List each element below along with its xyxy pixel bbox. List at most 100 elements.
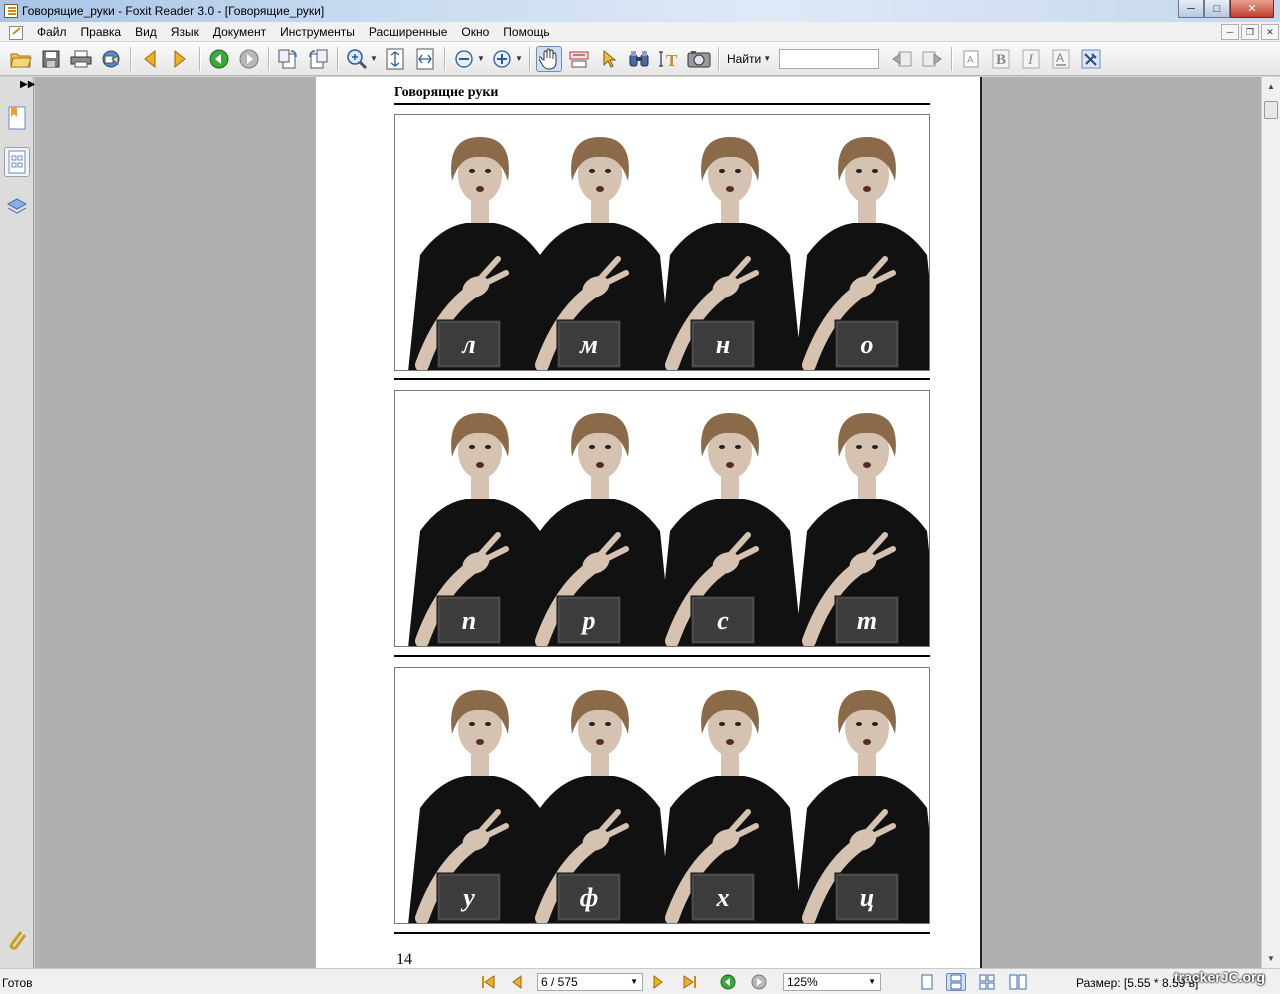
continuous-view-icon[interactable] [946,973,966,991]
doc-restore-button[interactable]: ❐ [1241,24,1259,40]
letter-label: о [861,330,874,359]
print-icon[interactable] [68,46,94,72]
chevron-down-icon[interactable]: ▼ [868,977,876,986]
zoom-in-icon[interactable] [344,46,370,72]
figure-eye [856,722,862,726]
page-thumbnails-icon[interactable] [4,147,30,177]
menu-language[interactable]: Язык [164,25,206,39]
snapshot-icon[interactable] [686,46,712,72]
menu-document[interactable]: Документ [206,25,273,39]
document-menu-icon[interactable] [8,25,24,40]
scroll-up-icon[interactable]: ▲ [1264,79,1278,93]
email-icon[interactable] [98,46,124,72]
rotate-right-icon[interactable] [305,46,331,72]
bookmarks-icon[interactable] [4,103,30,133]
letter-label: ц [860,883,874,912]
italic-icon[interactable]: I [1018,46,1044,72]
toolbar-separator [951,46,953,71]
page-number-value: 6 / 575 [541,975,578,989]
last-page-icon[interactable] [680,973,700,991]
document-view[interactable]: Говорящие руки л м н о п р с т у ф х ц 14 [35,77,1261,968]
settings-icon[interactable] [1078,46,1104,72]
bold-icon[interactable]: B [988,46,1014,72]
figure-eye [589,445,595,449]
figure-eye [872,169,878,173]
collapse-panel-icon[interactable]: ▶▶ [20,79,35,90]
first-page-icon[interactable] [478,973,498,991]
menu-tools[interactable]: Инструменты [273,25,362,39]
doc-close-button[interactable]: ✕ [1261,24,1279,40]
zoom-out-icon[interactable] [451,46,477,72]
select-arrow-icon[interactable] [596,46,622,72]
minimize-button[interactable]: ─ [1178,0,1204,18]
facing-view-icon[interactable] [977,973,997,991]
scroll-down-icon[interactable]: ▼ [1264,951,1278,965]
vertical-scrollbar[interactable]: ▲ ▼ [1261,77,1280,968]
letter-label: у [460,883,475,912]
next-page-icon[interactable] [167,46,193,72]
go-back-icon[interactable] [206,46,232,72]
page-number-input[interactable]: 6 / 575 ▼ [537,973,643,991]
attachments-icon[interactable] [4,925,30,955]
text-box-icon[interactable]: A [958,46,984,72]
menu-edit[interactable]: Правка [74,25,129,39]
toolbar-separator [718,46,719,71]
svg-text:A: A [1056,51,1064,65]
underline-icon[interactable]: A [1048,46,1074,72]
toolbar-separator [529,46,530,71]
figure-neck [721,201,739,223]
go-forward-icon[interactable] [236,46,262,72]
previous-page-icon[interactable] [137,46,163,72]
header-rule [394,103,930,105]
menu-help[interactable]: Помощь [496,25,556,39]
find-binoculars-icon[interactable] [626,46,652,72]
status-bar: Готов 6 / 575 ▼ 125% ▼ Размер: [5.55 * 8… [0,968,1280,994]
find-input[interactable] [779,48,880,69]
open-folder-icon[interactable] [8,46,34,72]
chevron-down-icon[interactable]: ▼ [370,54,378,63]
fit-page-icon[interactable] [382,46,408,72]
close-button[interactable]: ✕ [1230,0,1274,18]
chevron-down-icon[interactable]: ▼ [763,54,771,63]
figure-neck [721,754,739,776]
letter-label: ф [580,883,599,912]
figure-mouth [596,462,604,468]
previous-page-status-icon[interactable] [507,973,527,991]
figure-mouth [863,462,871,468]
chevron-down-icon[interactable]: ▼ [477,54,485,63]
menu-file[interactable]: Файл [30,25,74,39]
typewriter-icon[interactable]: T [656,46,682,72]
continuous-facing-view-icon[interactable] [1008,973,1028,991]
rotate-left-icon[interactable] [275,46,301,72]
figures-row-3: у ф х ц [408,690,929,923]
next-page-status-icon[interactable] [648,973,668,991]
menu-advanced[interactable]: Расширенные [362,25,455,39]
chevron-down-icon[interactable]: ▼ [515,54,523,63]
svg-text:A: A [967,55,974,66]
go-back-status-icon[interactable] [718,973,738,991]
go-forward-status-icon[interactable] [749,973,769,991]
letter-label: м [579,330,598,359]
fit-width-icon[interactable] [412,46,438,72]
single-page-view-icon[interactable] [917,973,937,991]
scroll-thumb[interactable] [1264,101,1278,119]
figure-mouth [863,739,871,745]
maximize-button[interactable]: □ [1204,0,1230,18]
figure-neck [591,754,609,776]
layers-icon[interactable] [4,191,30,221]
figures-row-2: п р с т [408,413,929,646]
zoom-level-input[interactable]: 125% ▼ [783,973,881,991]
zoom-plus-icon[interactable] [489,46,515,72]
save-icon[interactable] [38,46,64,72]
hand-tool-icon[interactable] [536,45,562,72]
menu-view[interactable]: Вид [128,25,164,39]
chevron-down-icon[interactable]: ▼ [630,977,638,986]
figure-eye [589,169,595,173]
figure-eye [469,445,475,449]
menu-window[interactable]: Окно [454,25,496,39]
find-previous-icon[interactable] [889,46,915,72]
find-next-icon[interactable] [919,46,945,72]
figure-neck [591,201,609,223]
select-text-icon[interactable] [566,46,592,72]
doc-minimize-button[interactable]: ─ [1221,24,1239,40]
